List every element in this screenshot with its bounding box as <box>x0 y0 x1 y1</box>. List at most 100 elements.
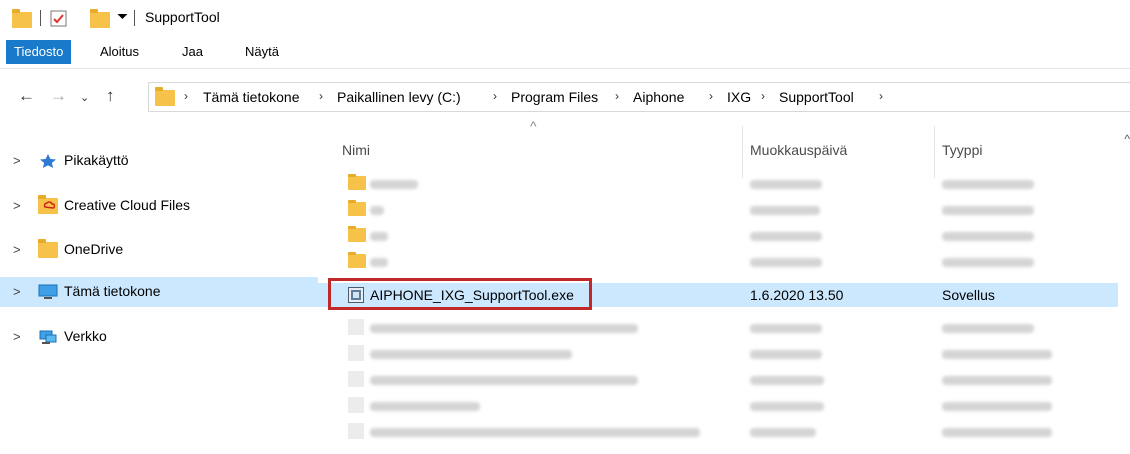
separator <box>40 10 41 26</box>
list-item[interactable] <box>318 368 1118 390</box>
breadcrumb-chevron-icon[interactable]: › <box>761 89 765 103</box>
folder-icon <box>155 87 175 106</box>
breadcrumb-item[interactable]: IXG <box>727 89 751 105</box>
blurred-name <box>370 206 384 215</box>
sidebar-item-onedrive[interactable]: > OneDrive <box>0 235 318 265</box>
sidebar-item-label: Creative Cloud Files <box>64 197 191 213</box>
navigation-bar: ← → ⌄ ↑ › Tämä tietokone › Paikallinen l… <box>0 76 1130 118</box>
chevron-right-icon[interactable]: > <box>13 284 21 299</box>
highlight-annotation-box <box>328 278 592 310</box>
sidebar-item-creative-cloud-files[interactable]: > Creative Cloud Files <box>0 191 318 221</box>
blurred-type <box>942 350 1052 359</box>
list-item[interactable] <box>318 172 1118 194</box>
ribbon-tabs: Tiedosto Aloitus Jaa Näytä <box>0 36 1130 69</box>
new-folder-icon[interactable] <box>90 9 110 28</box>
sidebar-item-label: OneDrive <box>64 241 124 257</box>
blurred-type <box>942 180 1034 189</box>
star-icon <box>40 154 56 168</box>
list-item[interactable] <box>318 420 1118 442</box>
separator <box>134 10 135 26</box>
column-header-name[interactable]: Nimi <box>342 142 370 158</box>
folder-icon <box>348 252 366 268</box>
tab-view[interactable]: Näytä <box>239 40 285 64</box>
properties-checkbox-icon[interactable] <box>50 10 68 28</box>
folder-icon <box>348 226 366 242</box>
blurred-name <box>370 402 480 411</box>
blurred-date <box>750 258 822 267</box>
list-item[interactable] <box>318 342 1118 364</box>
blurred-date <box>750 350 822 359</box>
sort-ascending-icon: ^ <box>530 118 537 134</box>
list-item[interactable] <box>318 394 1118 416</box>
sidebar-item-network[interactable]: > Verkko <box>0 322 318 352</box>
sidebar-item-this-pc[interactable]: > Tämä tietokone <box>0 277 318 307</box>
network-icon <box>39 330 57 344</box>
sidebar-item-label: Pikakäyttö <box>64 152 129 168</box>
breadcrumb-chevron-icon[interactable]: › <box>615 89 619 103</box>
sidebar-item-quick-access[interactable]: > Pikakäyttö <box>0 146 318 176</box>
navigation-pane: > Pikakäyttö > Creative Cloud Files > On… <box>0 118 318 454</box>
column-header-date[interactable]: Muokkauspäivä <box>750 142 847 158</box>
list-item[interactable] <box>318 198 1118 220</box>
breadcrumb-item[interactable]: SupportTool <box>779 89 854 105</box>
list-item[interactable] <box>318 224 1118 246</box>
blurred-name <box>370 350 572 359</box>
tab-home[interactable]: Aloitus <box>94 40 145 64</box>
breadcrumb-item[interactable]: Tämä tietokone <box>203 89 300 105</box>
column-divider[interactable] <box>742 126 743 178</box>
file-list: ^ Nimi Muokkauspäivä Tyyppi ^ AIPHONE_IX… <box>318 118 1130 454</box>
breadcrumb-chevron-icon[interactable]: › <box>879 89 883 103</box>
chevron-right-icon[interactable]: > <box>13 242 21 257</box>
file-icon <box>348 397 364 413</box>
breadcrumb-chevron-icon[interactable]: › <box>184 89 188 103</box>
blurred-name <box>370 428 700 437</box>
blurred-name <box>370 232 388 241</box>
blurred-type <box>942 206 1034 215</box>
list-item[interactable] <box>318 316 1118 338</box>
file-icon <box>348 371 364 387</box>
blurred-date <box>750 402 824 411</box>
window-title: SupportTool <box>145 9 220 25</box>
scroll-up-icon[interactable]: ^ <box>1124 132 1130 146</box>
address-bar[interactable]: › Tämä tietokone › Paikallinen levy (C:)… <box>148 82 1130 112</box>
file-type: Sovellus <box>942 287 995 303</box>
title-bar: ⏷ SupportTool <box>0 0 1130 36</box>
file-icon <box>348 345 364 361</box>
back-arrow-icon[interactable]: ← <box>18 86 35 106</box>
folder-icon[interactable] <box>12 9 32 28</box>
up-arrow-icon[interactable]: ↑ <box>106 86 115 106</box>
blurred-date <box>750 324 822 333</box>
breadcrumb-item[interactable]: Program Files <box>511 89 598 105</box>
blurred-type <box>942 324 1034 333</box>
breadcrumb-chevron-icon[interactable]: › <box>709 89 713 103</box>
blurred-name <box>370 258 388 267</box>
customize-quick-access-icon[interactable]: ⏷ <box>117 8 128 25</box>
blurred-name <box>370 324 638 333</box>
blurred-date <box>750 232 822 241</box>
list-item[interactable] <box>318 250 1118 272</box>
sidebar-item-label: Tämä tietokone <box>64 283 161 299</box>
blurred-type <box>942 402 1052 411</box>
blurred-type <box>942 376 1052 385</box>
blurred-date <box>750 376 824 385</box>
chevron-right-icon[interactable]: > <box>13 153 21 168</box>
blurred-type <box>942 232 1034 241</box>
breadcrumb-chevron-icon[interactable]: › <box>493 89 497 103</box>
blurred-date <box>750 428 816 437</box>
folder-icon <box>348 174 366 190</box>
tab-share[interactable]: Jaa <box>176 40 209 64</box>
file-icon <box>348 319 364 335</box>
breadcrumb-item[interactable]: Aiphone <box>633 89 684 105</box>
column-divider[interactable] <box>934 126 935 178</box>
breadcrumb-item[interactable]: Paikallinen levy (C:) <box>337 89 461 105</box>
recent-locations-chevron-icon[interactable]: ⌄ <box>80 88 89 108</box>
breadcrumb-chevron-icon[interactable]: › <box>319 89 323 103</box>
blurred-name <box>370 376 638 385</box>
chevron-right-icon[interactable]: > <box>13 329 21 344</box>
tab-file[interactable]: Tiedosto <box>6 40 72 64</box>
column-header-type[interactable]: Tyyppi <box>942 142 982 158</box>
file-icon <box>348 423 364 439</box>
blurred-date <box>750 206 820 215</box>
chevron-right-icon[interactable]: > <box>13 198 21 213</box>
forward-arrow-icon[interactable]: → <box>50 86 67 106</box>
